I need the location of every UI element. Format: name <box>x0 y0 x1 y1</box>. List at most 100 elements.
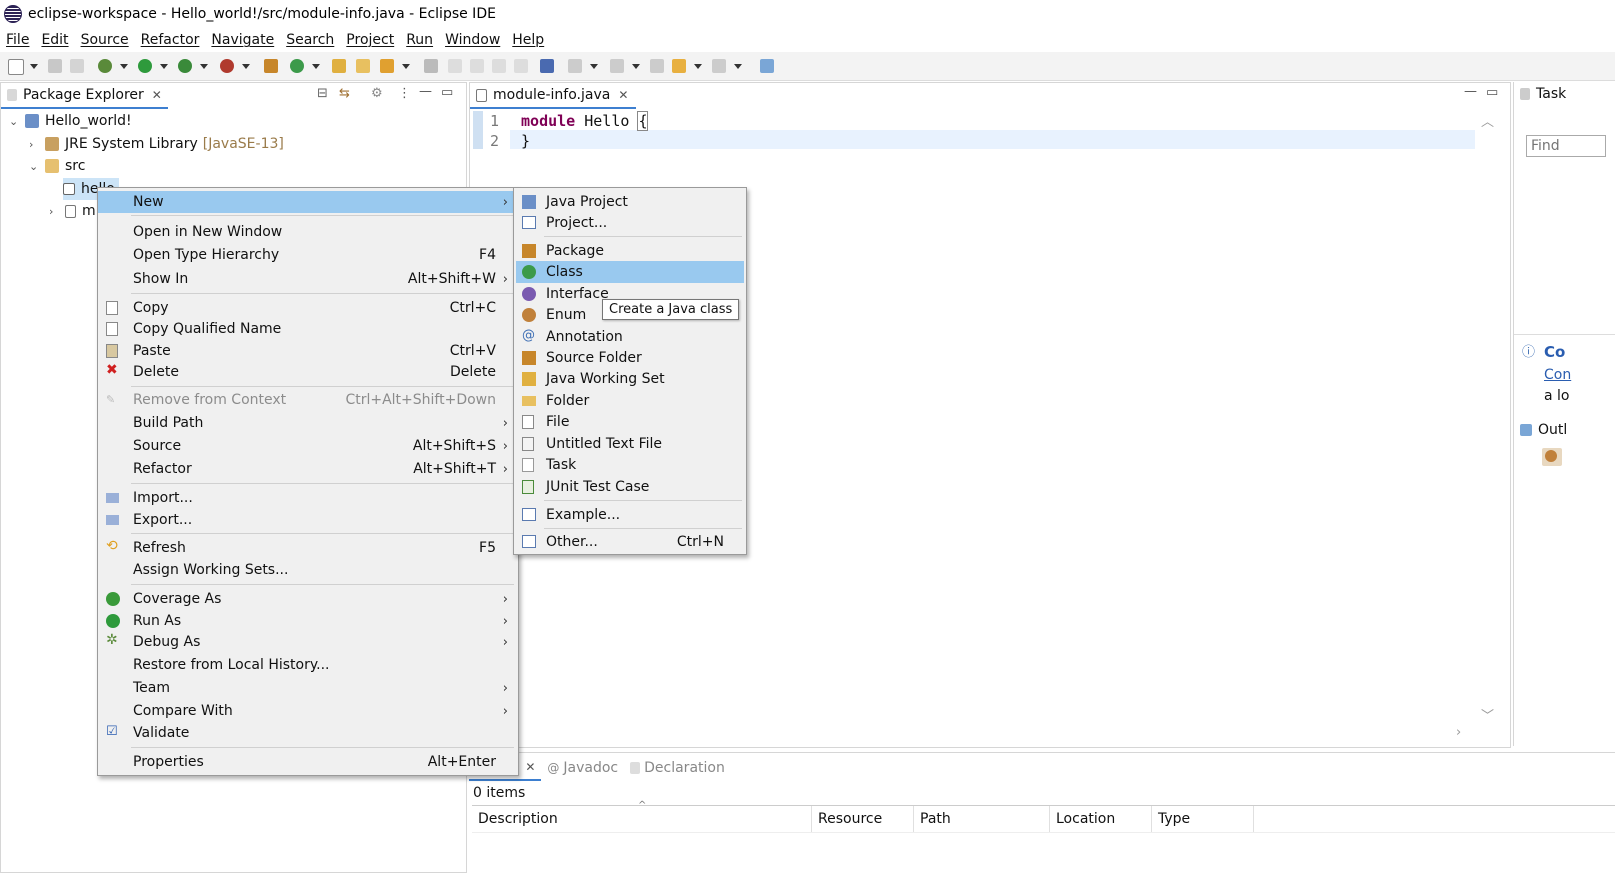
debug-dropdown-icon[interactable] <box>120 64 128 69</box>
menu-refactor[interactable]: Refactor <box>135 32 206 48</box>
menu-item-compare-with[interactable]: Compare With › <box>98 700 518 722</box>
forward-icon[interactable] <box>712 59 726 73</box>
column-location[interactable]: Location <box>1050 806 1152 832</box>
menu-project[interactable]: Project <box>340 32 400 48</box>
link-editor-icon[interactable]: ⇆ <box>339 86 350 101</box>
run-icon[interactable] <box>138 59 152 73</box>
coverage-dropdown-icon[interactable] <box>200 64 208 69</box>
close-icon[interactable]: ✕ <box>618 88 628 102</box>
new-dropdown-icon[interactable] <box>30 64 38 69</box>
run-dropdown-icon[interactable] <box>160 64 168 69</box>
tree-item-src[interactable]: ⌄ src <box>29 155 85 177</box>
tab-package-explorer[interactable]: Package Explorer ✕ <box>1 83 168 109</box>
menu-item-refresh[interactable]: ⟲ Refresh F5 <box>98 537 518 559</box>
submenu-item-source-folder[interactable]: Source Folder <box>514 347 746 369</box>
connect-link[interactable]: Con <box>1544 367 1571 383</box>
block-selection-icon[interactable] <box>470 59 484 73</box>
menu-item-coverage-as[interactable]: Coverage As › <box>98 588 518 610</box>
submenu-item-project[interactable]: Project... <box>514 212 746 234</box>
menu-item-team[interactable]: Team › <box>98 677 518 699</box>
show-whitespace-icon[interactable] <box>514 59 528 73</box>
menu-item-validate[interactable]: ☑ Validate <box>98 722 518 744</box>
back-icon[interactable] <box>672 59 686 73</box>
code-area[interactable]: 1 module Hello { 2 } <box>490 111 649 151</box>
mark-occurrences-icon[interactable] <box>448 59 462 73</box>
open-perspective-icon[interactable] <box>760 59 774 73</box>
menu-item-refactor[interactable]: Refactor Alt+Shift+T › <box>98 458 518 480</box>
tree-item-project[interactable]: ⌄ Hello_world! <box>9 110 132 132</box>
find-input[interactable] <box>1526 135 1606 157</box>
next-annotation-dropdown-icon[interactable] <box>590 64 598 69</box>
chevron-right-icon[interactable]: › <box>49 205 59 218</box>
outline-module-row[interactable] <box>1542 448 1562 466</box>
word-wrap-icon[interactable] <box>492 59 506 73</box>
scroll-down-icon[interactable]: ﹀ <box>1481 705 1494 724</box>
scroll-right-icon[interactable]: › <box>1456 725 1461 740</box>
debug-icon[interactable] <box>98 59 112 73</box>
column-resource[interactable]: Resource <box>812 806 914 832</box>
search-icon[interactable] <box>380 59 394 73</box>
next-annotation-icon[interactable] <box>568 59 582 73</box>
tab-outline[interactable]: Outl <box>1520 422 1567 438</box>
coverage-icon[interactable] <box>178 59 192 73</box>
new-package-icon[interactable] <box>264 59 278 73</box>
horizontal-scrollbar[interactable]: › <box>470 725 1476 743</box>
menu-item-open-type-hierarchy[interactable]: Open Type Hierarchy F4 <box>98 244 518 266</box>
save-all-icon[interactable] <box>70 59 84 73</box>
submenu-item-java-working-set[interactable]: Java Working Set <box>514 368 746 390</box>
submenu-item-other[interactable]: Other... Ctrl+N <box>514 531 746 553</box>
menu-item-assign-working-sets[interactable]: Assign Working Sets... <box>98 559 518 581</box>
new-icon[interactable] <box>8 59 24 75</box>
tab-javadoc[interactable]: @ Javadoc <box>541 760 624 776</box>
new-class-icon[interactable] <box>290 59 304 73</box>
submenu-item-untitled-text-file[interactable]: Untitled Text File <box>514 433 746 455</box>
menu-item-paste[interactable]: Paste Ctrl+V <box>98 340 518 362</box>
menu-item-run-as[interactable]: Run As › <box>98 610 518 632</box>
view-menu-icon[interactable]: ⋮ <box>398 86 411 101</box>
menu-navigate[interactable]: Navigate <box>205 32 280 48</box>
previous-annotation-icon[interactable] <box>610 59 624 73</box>
vertical-scrollbar[interactable]: ︿ ﹀ <box>1476 111 1498 724</box>
menu-item-new[interactable]: New › <box>98 191 518 213</box>
minimize-icon[interactable]: — <box>1464 84 1477 99</box>
submenu-item-package[interactable]: Package <box>514 240 746 262</box>
tab-declaration[interactable]: Declaration <box>624 760 731 776</box>
chevron-down-icon[interactable]: ⌄ <box>29 160 39 173</box>
new-class-dropdown-icon[interactable] <box>312 64 320 69</box>
menu-item-properties[interactable]: Properties Alt+Enter <box>98 751 518 773</box>
forward-dropdown-icon[interactable] <box>734 64 742 69</box>
menu-item-show-in[interactable]: Show In Alt+Shift+W › <box>98 268 518 290</box>
maximize-icon[interactable]: ▭ <box>441 85 453 100</box>
submenu-item-task[interactable]: Task <box>514 454 746 476</box>
scroll-up-icon[interactable]: ︿ <box>1481 111 1494 130</box>
close-icon[interactable]: ✕ <box>152 88 162 102</box>
menu-file[interactable]: File <box>0 32 35 48</box>
menu-run[interactable]: Run <box>400 32 439 48</box>
minimize-icon[interactable]: — <box>419 84 432 99</box>
external-tools-icon[interactable] <box>220 59 234 73</box>
last-edit-icon[interactable] <box>650 59 664 73</box>
submenu-item-java-project[interactable]: Java Project <box>514 191 746 213</box>
back-dropdown-icon[interactable] <box>694 64 702 69</box>
search-dropdown-icon[interactable] <box>402 64 410 69</box>
menu-item-copy[interactable]: Copy Ctrl+C <box>98 297 518 319</box>
menu-item-delete[interactable]: ✖ Delete Delete <box>98 361 518 383</box>
tab-module-info[interactable]: module-info.java ✕ <box>470 83 637 109</box>
tree-item-module-info[interactable]: › m <box>49 200 96 222</box>
submenu-item-folder[interactable]: Folder <box>514 390 746 412</box>
menu-edit[interactable]: Edit <box>35 32 74 48</box>
chevron-down-icon[interactable]: ⌄ <box>9 115 19 128</box>
toggle-breadcrumb-icon[interactable] <box>424 59 438 73</box>
previous-annotation-dropdown-icon[interactable] <box>632 64 640 69</box>
menu-item-build-path[interactable]: Build Path › <box>98 412 518 434</box>
tree-item-jre[interactable]: › JRE System Library [JavaSE-13] <box>29 133 284 155</box>
submenu-item-file[interactable]: File <box>514 411 746 433</box>
menu-help[interactable]: Help <box>506 32 550 48</box>
menu-item-export[interactable]: Export... <box>98 509 518 531</box>
chevron-right-icon[interactable]: › <box>29 138 39 151</box>
menu-item-restore-from-local-history[interactable]: Restore from Local History... <box>98 654 518 676</box>
external-tools-dropdown-icon[interactable] <box>242 64 250 69</box>
open-type-icon[interactable] <box>332 59 346 73</box>
menu-item-source[interactable]: Source Alt+Shift+S › <box>98 435 518 457</box>
submenu-item-junit-test-case[interactable]: JUnit Test Case <box>514 476 746 498</box>
